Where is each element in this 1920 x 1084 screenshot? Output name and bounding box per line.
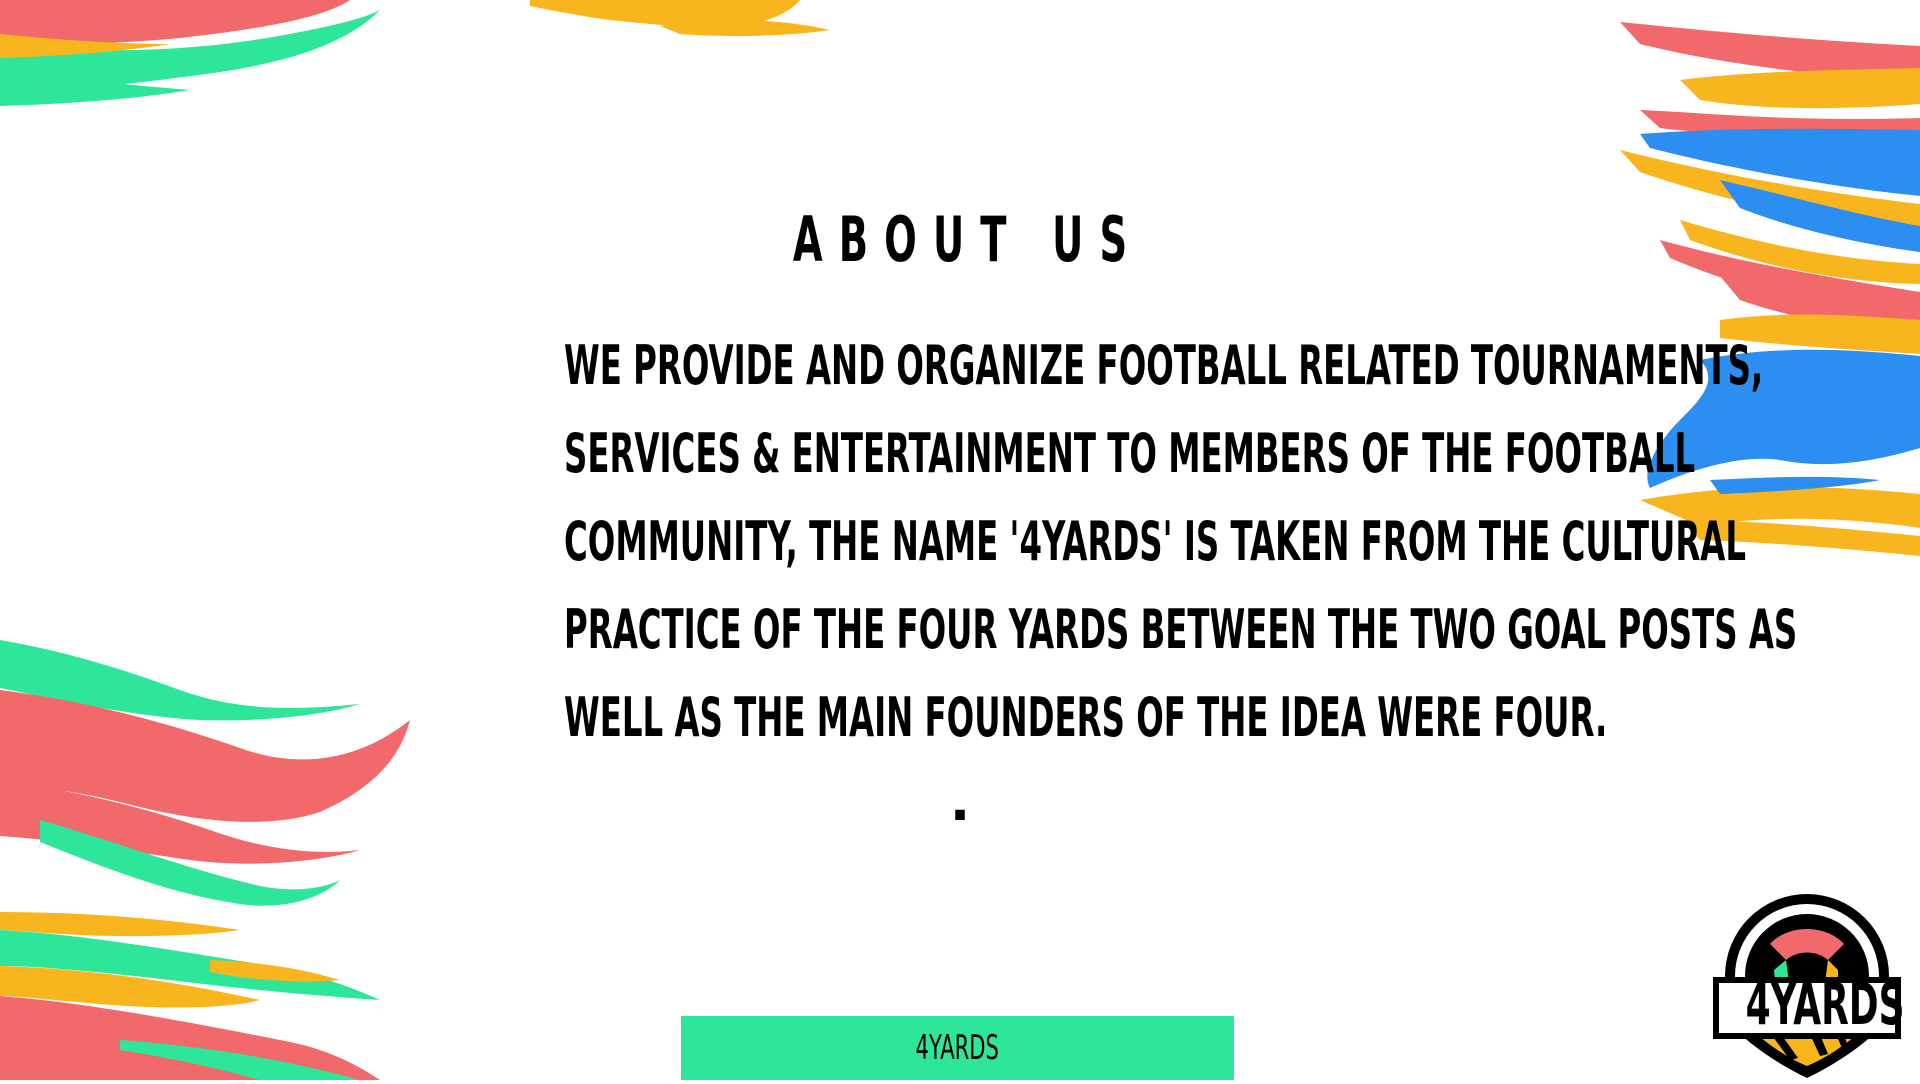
body-line: PRACTICE OF THE FOUR YARDS BETWEEN THE T…: [564, 598, 1798, 661]
about-section: ABOUT US WE PROVIDE AND ORGANIZE FOOTBAL…: [300, 200, 1798, 842]
top-left-strokes: [0, 0, 830, 106]
brand-logo: 4YARDS: [1708, 890, 1906, 1080]
logo-wordmark: 4YARDS: [1745, 970, 1905, 1038]
body-line: WE PROVIDE AND ORGANIZE FOOTBALL RELATED…: [564, 334, 1764, 397]
trailing-dot: .: [949, 770, 971, 833]
body-line: WELL AS THE MAIN FOUNDERS OF THE IDEA WE…: [564, 686, 1608, 749]
footer-bar: 4YARDS: [681, 1016, 1234, 1080]
footer-label: 4YARDS: [915, 1028, 1000, 1068]
about-body-text: WE PROVIDE AND ORGANIZE FOOTBALL RELATED…: [300, 322, 1798, 842]
page-title: ABOUT US: [792, 203, 1144, 276]
body-line: COMMUNITY, THE NAME '4YARDS' IS TAKEN FR…: [564, 510, 1747, 573]
body-line: SERVICES & ENTERTAINMENT TO MEMBERS OF T…: [564, 422, 1696, 485]
top-right-strokes: [1620, 22, 1920, 334]
